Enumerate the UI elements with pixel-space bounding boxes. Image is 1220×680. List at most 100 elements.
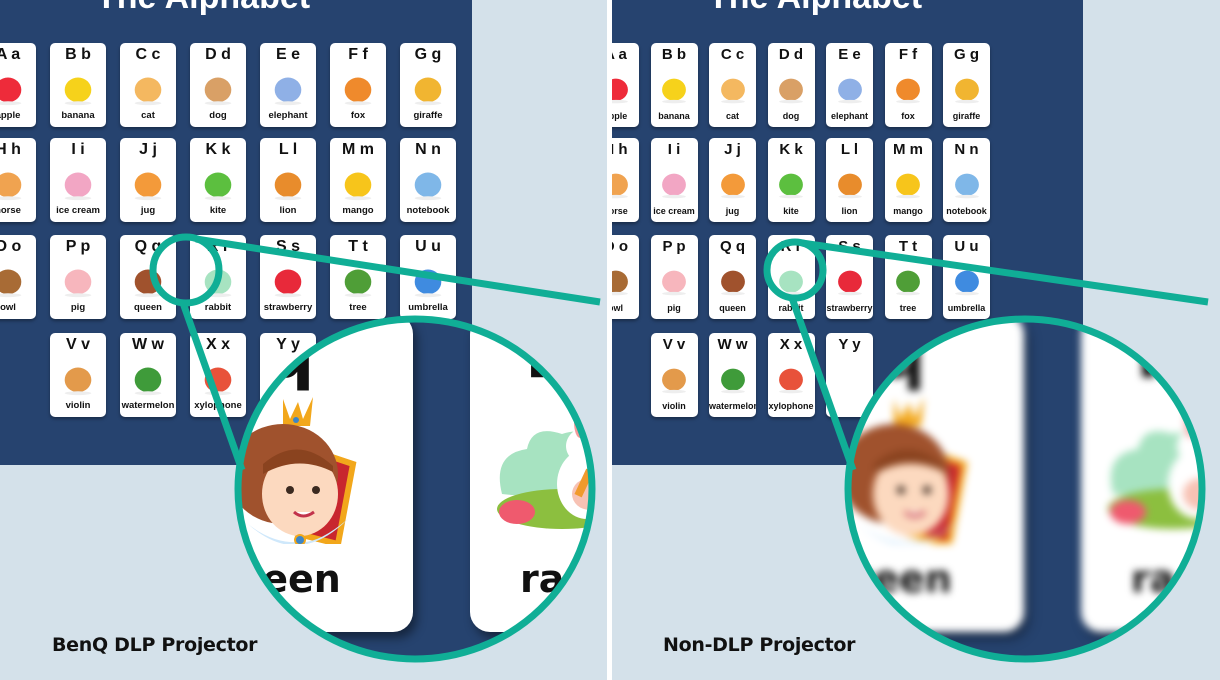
card-word: giraffe: [952, 111, 981, 121]
magnified-card-letters: Q q: [849, 319, 926, 393]
alphabet-card: J j jug: [709, 138, 756, 222]
magnified-card-rabbit: R r ra: [1081, 319, 1202, 632]
alphabet-card: O o owl: [612, 235, 639, 319]
queen-icon: [716, 261, 750, 299]
card-letters: R r: [780, 238, 802, 255]
alphabet-card: K k kite: [767, 138, 815, 222]
card-word: lion: [841, 206, 858, 216]
cat-icon: [129, 69, 167, 107]
card-letters: U u: [415, 238, 441, 255]
card-word: queen: [719, 303, 746, 313]
dog-icon: [774, 69, 808, 107]
card-letters: G g: [954, 46, 979, 63]
queen-icon: [849, 394, 969, 548]
card-letters: I i: [667, 141, 681, 158]
strawberry-icon: [269, 261, 307, 299]
card-word: giraffe: [413, 110, 443, 121]
magnified-card-letters: Q q: [238, 319, 315, 393]
tree-icon: [891, 261, 925, 299]
card-word: kite: [209, 205, 227, 216]
notebook-icon: [950, 164, 984, 202]
alphabet-card: F f fox: [884, 43, 932, 127]
card-letters: V v: [662, 336, 686, 353]
card-word: elephant: [830, 111, 868, 121]
alphabet-card: K k kite: [190, 138, 246, 222]
alphabet-card: V v violin: [50, 333, 106, 417]
card-letters: G g: [414, 46, 442, 63]
caption-non-dlp: Non-DLP Projector: [663, 634, 856, 656]
card-word: lion: [279, 205, 297, 216]
board-title: The Alphabet: [96, 0, 310, 17]
card-word: apple: [612, 111, 628, 121]
alphabet-card: Q q queen: [709, 235, 756, 319]
card-word: umbrella: [408, 302, 448, 313]
card-word: jug: [140, 205, 156, 216]
card-letters: C c: [720, 46, 745, 63]
alphabet-card: U u umbrella: [400, 235, 456, 319]
alphabet-card: P p pig: [50, 235, 106, 319]
alphabet-card: H h horse: [0, 138, 36, 222]
card-word: banana: [61, 110, 95, 121]
board-title: The Alphabet: [708, 0, 922, 17]
card-word: kite: [783, 206, 799, 216]
card-letters: X x: [779, 336, 803, 353]
umbrella-icon: [409, 261, 447, 299]
apple-icon: [612, 69, 633, 107]
alphabet-card: M m mango: [884, 138, 932, 222]
magnified-card-queen: Q q queen: [238, 319, 413, 632]
alphabet-card: S s strawberry: [260, 235, 316, 319]
card-letters: I i: [71, 141, 85, 158]
giraffe-icon: [950, 69, 984, 107]
card-letters: S s: [275, 238, 300, 255]
watermelon-icon: [716, 359, 750, 397]
card-letters: T t: [348, 238, 368, 255]
card-word: strawberry: [826, 303, 873, 313]
magnified-card-word: queen: [238, 557, 341, 601]
card-word: cat: [141, 110, 155, 121]
alphabet-card: B b banana: [50, 43, 106, 127]
card-word: rabbit: [204, 302, 232, 313]
alphabet-card: G g giraffe: [943, 43, 990, 127]
horse-icon: [612, 164, 633, 202]
card-letters: D d: [778, 46, 804, 63]
apple-icon: [0, 69, 27, 107]
mango-icon: [891, 164, 925, 202]
card-word: notebook: [946, 206, 987, 216]
magnifier-lens: Q q queen: [238, 319, 592, 659]
pig-icon: [657, 261, 691, 299]
card-letters: L l: [278, 141, 298, 158]
alphabet-card: M m mango: [330, 138, 386, 222]
card-word: xylophone: [768, 401, 814, 411]
card-word: horse: [612, 206, 628, 216]
magnified-view: Q q queen: [238, 319, 592, 659]
card-letters: P p: [65, 238, 91, 255]
card-word: apple: [0, 110, 21, 121]
alphabet-card: G g giraffe: [400, 43, 456, 127]
alphabet-card: I i ice cream: [50, 138, 106, 222]
card-word: elephant: [268, 110, 308, 121]
alphabet-card: W w watermelon: [709, 333, 756, 417]
card-word: violin: [662, 401, 686, 411]
card-word: umbrella: [947, 303, 986, 313]
alphabet-card: B b banana: [650, 43, 698, 127]
card-letters: N n: [954, 141, 979, 158]
card-letters: J j: [724, 141, 741, 158]
magnified-card-word: ra: [520, 557, 565, 601]
card-letters: C c: [135, 46, 161, 63]
card-word: mango: [342, 205, 374, 216]
card-word: dog: [782, 111, 800, 121]
alphabet-card: I i ice cream: [650, 138, 698, 222]
card-letters: R r: [206, 238, 230, 255]
card-letters: B b: [661, 46, 687, 63]
alphabet-card: D d dog: [767, 43, 815, 127]
alphabet-card: P p pig: [650, 235, 698, 319]
card-word: fox: [901, 111, 915, 121]
panel-dlp: The Alphabet A a apple B b banana C c cat D d d…: [0, 0, 607, 680]
card-word: banana: [658, 111, 690, 121]
violin-icon: [657, 359, 691, 397]
mango-icon: [339, 164, 377, 202]
giraffe-icon: [409, 69, 447, 107]
card-letters: U u: [954, 238, 979, 255]
card-letters: J j: [139, 141, 157, 158]
card-letters: K k: [205, 141, 231, 158]
